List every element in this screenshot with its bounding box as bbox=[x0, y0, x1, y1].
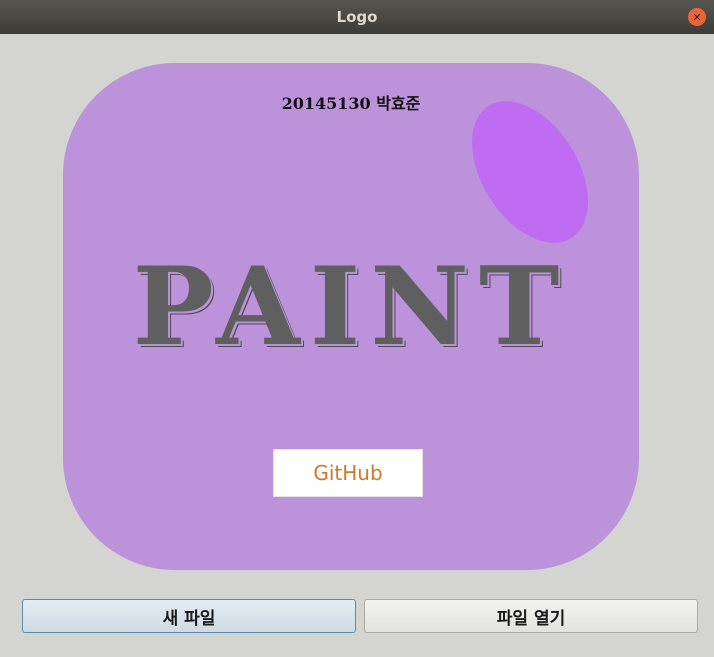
student-label: 20145130 박효준 bbox=[281, 94, 421, 113]
title-bar: Logo ✕ bbox=[0, 0, 714, 34]
window-title: Logo bbox=[336, 8, 378, 26]
new-file-button[interactable]: 새 파일 bbox=[22, 599, 356, 633]
logo-panel: 20145130 박효준 PAINT GitHub bbox=[63, 63, 639, 570]
logo-window: Logo ✕ 20145130 박효준 PAINT GitHub 새 파일 파일… bbox=[0, 0, 714, 657]
close-icon: ✕ bbox=[692, 10, 702, 24]
app-name-logo: PAINT bbox=[132, 244, 570, 370]
github-button[interactable]: GitHub bbox=[273, 449, 423, 497]
close-button[interactable]: ✕ bbox=[688, 8, 706, 26]
open-file-button[interactable]: 파일 열기 bbox=[364, 599, 698, 633]
